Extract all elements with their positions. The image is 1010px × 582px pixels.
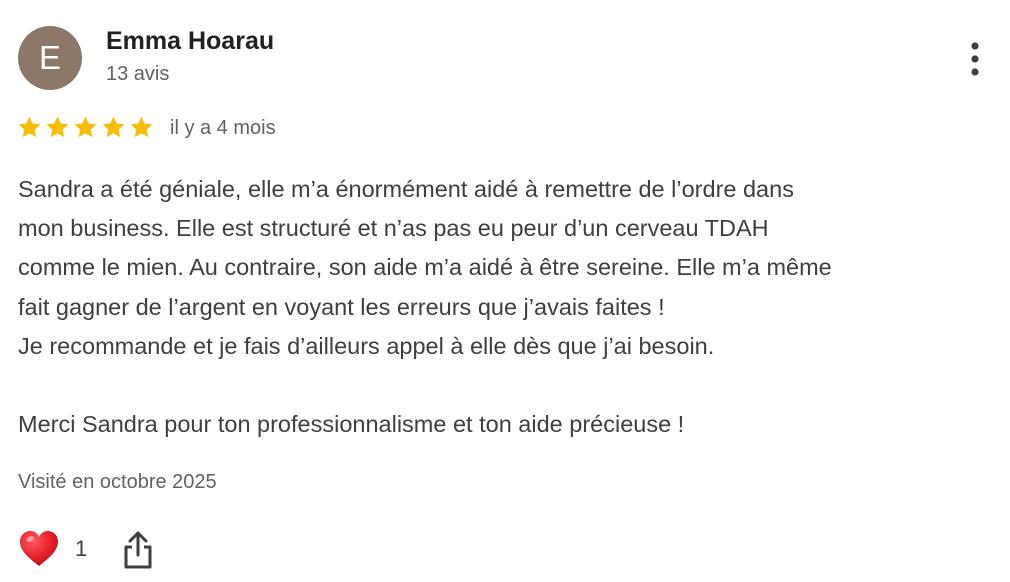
star-icon [74, 116, 97, 138]
author-name[interactable]: Emma Hoarau [106, 27, 274, 56]
share-icon [124, 531, 152, 569]
visit-date: Visité en octobre 2025 [18, 471, 217, 493]
like-count: 1 [75, 536, 88, 561]
like-button[interactable] [18, 528, 60, 570]
share-button[interactable] [120, 528, 156, 572]
more-options-button[interactable] [960, 38, 990, 78]
review-text: Sandra a été géniale, elle m’a énormémen… [18, 176, 832, 438]
author-review-count: 13 avis [106, 63, 170, 85]
rating-stars [17, 115, 154, 140]
review-date: il y a 4 mois [170, 117, 276, 139]
more-vertical-icon [971, 42, 979, 76]
star-icon [130, 116, 153, 138]
avatar[interactable]: E [18, 26, 82, 90]
star-icon [46, 116, 69, 138]
avatar-initial: E [38, 39, 61, 76]
star-icon [102, 116, 125, 138]
red-heart-icon [20, 531, 58, 566]
star-icon [18, 116, 41, 138]
